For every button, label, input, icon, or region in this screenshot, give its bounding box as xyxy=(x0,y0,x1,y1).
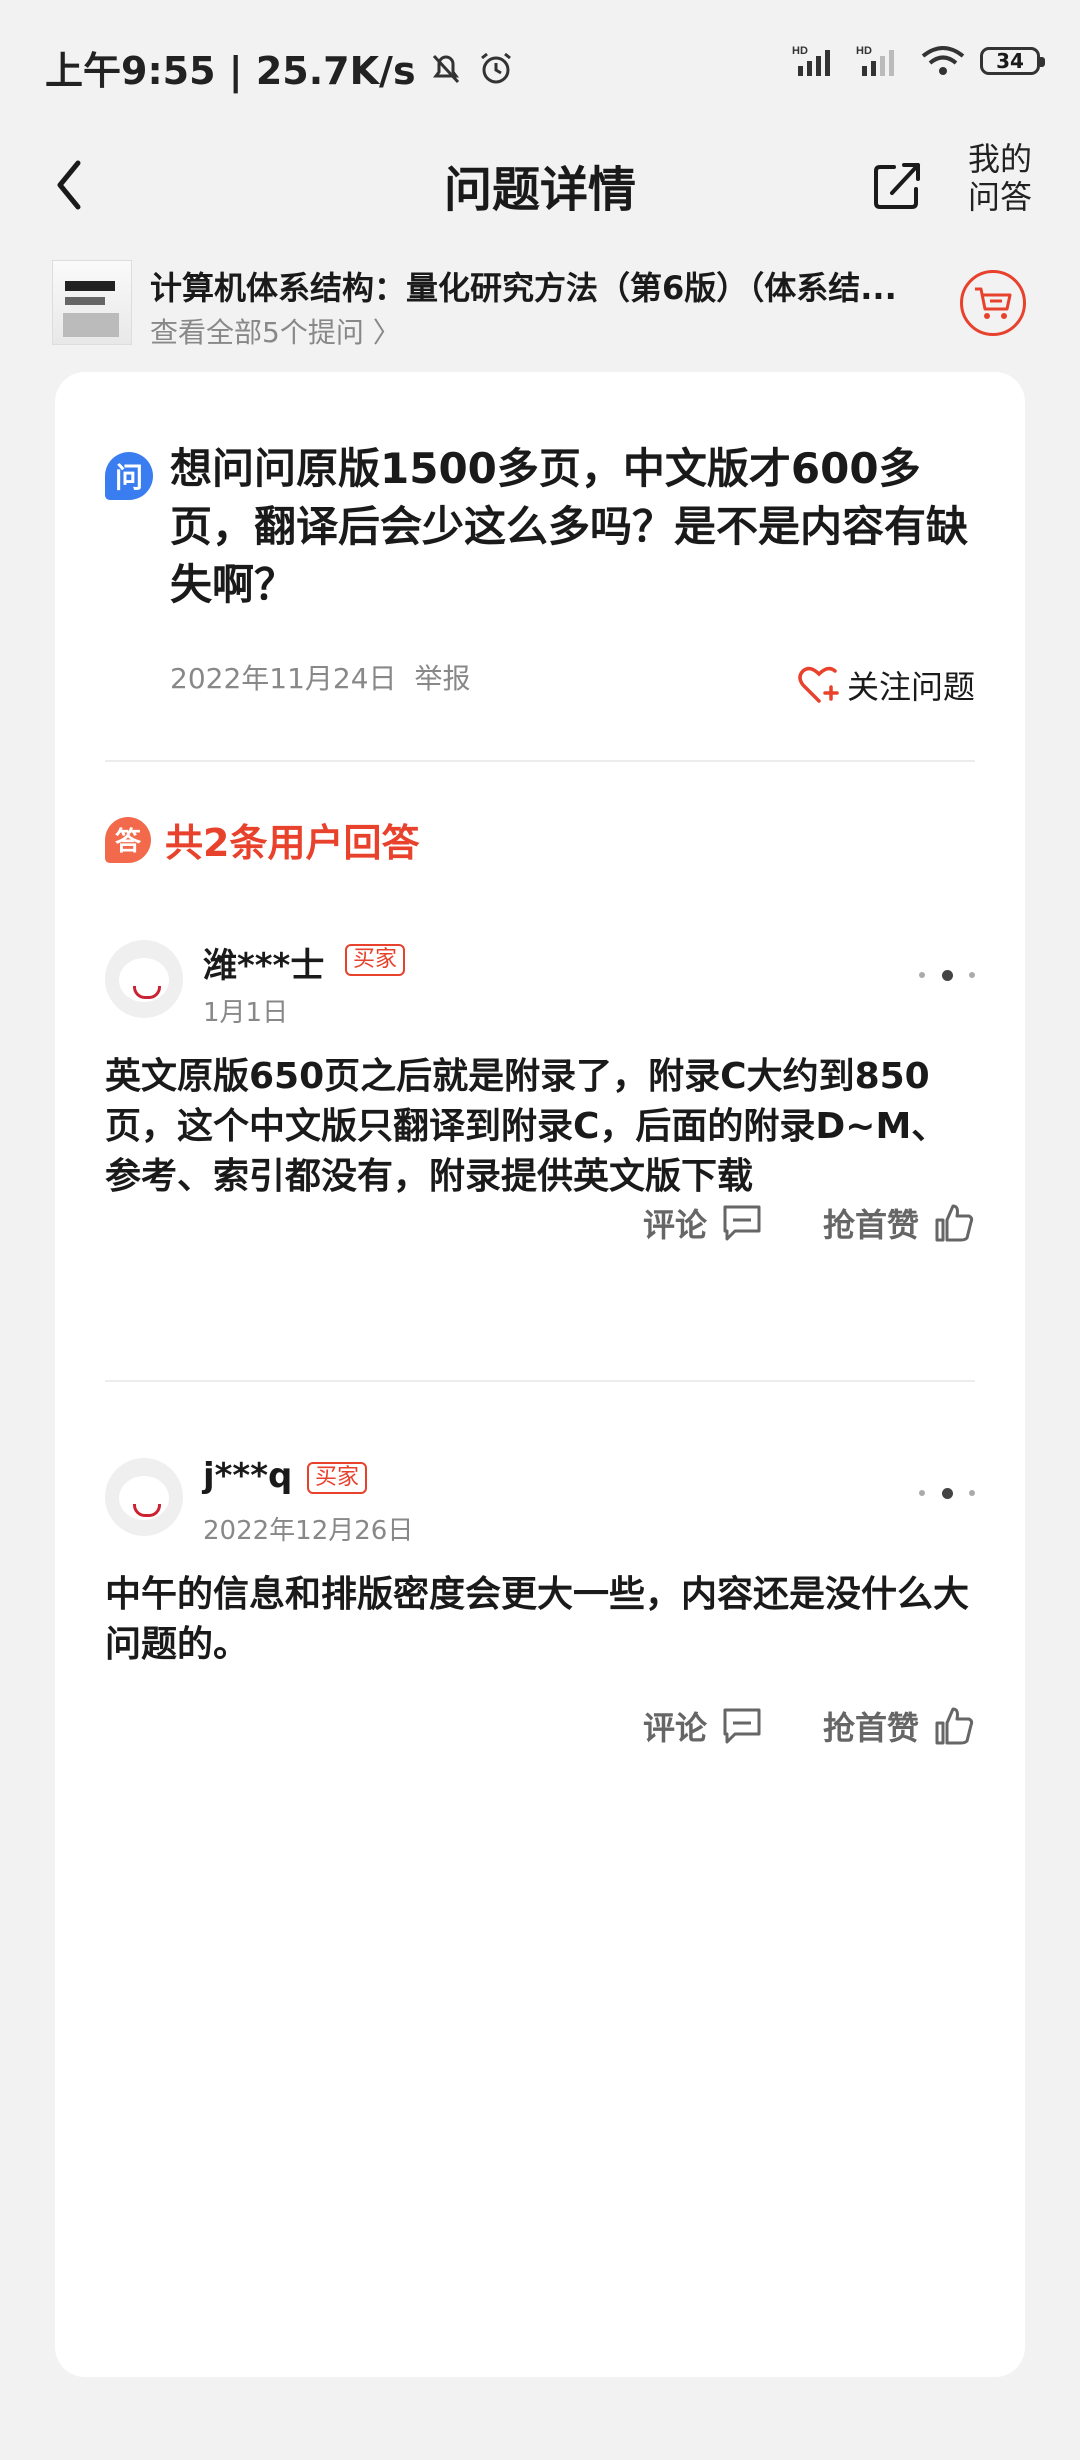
username: 潍***士 xyxy=(203,946,325,986)
status-left: 上午9:55 | 25.7K/s xyxy=(45,40,516,95)
product-strip[interactable]: 计算机体系结构：量化研究方法（第6版）（体系结... 查看全部5个提问 〉 xyxy=(0,245,1080,355)
wifi-icon xyxy=(921,46,965,75)
divider xyxy=(105,1380,975,1382)
my-qa-button[interactable]: 我的 问答 xyxy=(960,140,1040,216)
avatar[interactable] xyxy=(105,940,183,1018)
comment-button[interactable]: 评论 xyxy=(643,1200,763,1246)
cart-button[interactable] xyxy=(960,270,1026,336)
share-icon xyxy=(874,163,920,209)
answer-text: 中午的信息和排版密度会更大一些，内容还是没什么大问题的。 xyxy=(105,1574,970,1665)
like-label: 抢首赞 xyxy=(822,1206,919,1244)
answer-date: 2022年12月26日 xyxy=(203,1516,414,1546)
answer-date: 1月1日 xyxy=(203,998,289,1028)
question-icon: 问 xyxy=(105,452,153,500)
signal-icon-2: HD xyxy=(856,45,894,76)
avatar[interactable] xyxy=(105,1458,183,1536)
bell-off-icon xyxy=(432,54,459,83)
answer-icon: 答 xyxy=(105,816,151,863)
more-options-button[interactable] xyxy=(919,960,975,990)
view-all-questions-link[interactable]: 查看全部5个提问 〉 xyxy=(150,311,401,351)
share-button[interactable] xyxy=(870,140,930,230)
book-cover-image xyxy=(52,260,132,345)
like-button[interactable]: 抢首赞 xyxy=(823,1200,975,1246)
my-qa-line2: 问答 xyxy=(967,178,1032,216)
comment-icon xyxy=(723,1205,761,1241)
like-button[interactable]: 抢首赞 xyxy=(823,1703,975,1749)
product-title: 计算机体系结构：量化研究方法（第6版）（体系结... xyxy=(150,269,897,307)
follow-question-label: 关注问题 xyxy=(846,668,975,706)
thumb-up-icon xyxy=(935,1204,974,1242)
svg-text:HD: HD xyxy=(792,45,808,57)
divider xyxy=(105,760,975,762)
svg-text:HD: HD xyxy=(856,45,872,57)
question-text: 想问问原版1500多页，中文版才600多页，翻译后会少这么多吗？是不是内容有缺失… xyxy=(170,444,969,609)
question-date: 2022年11月24日 xyxy=(170,662,397,695)
battery-indicator: 34 xyxy=(980,47,1045,75)
comment-label: 评论 xyxy=(642,1206,707,1244)
qa-card: 问 想问问原版1500多页，中文版才600多页，翻译后会少这么多吗？是不是内容有… xyxy=(55,372,1025,2377)
my-qa-line1: 我的 xyxy=(967,140,1032,178)
cart-icon xyxy=(975,287,1012,319)
comment-button[interactable]: 评论 xyxy=(643,1703,763,1749)
answer-actions: 评论 抢首赞 xyxy=(643,1703,975,1749)
question-meta: 2022年11月24日 举报 xyxy=(170,657,471,697)
header: 问题详情 我的 问答 xyxy=(0,130,1080,240)
buyer-badge: 买家 xyxy=(345,944,406,976)
more-dots-icon xyxy=(919,1490,925,1496)
status-bar: 上午9:55 | 25.7K/s HD HD 34 xyxy=(0,0,1080,135)
comment-label: 评论 xyxy=(642,1709,707,1747)
answer-text: 英文原版650页之后就是附录了，附录C大约到850页，这个中文版只翻译到附录C，… xyxy=(105,1056,948,1197)
more-options-button[interactable] xyxy=(919,1478,975,1508)
status-time-speed: 上午9:55 | 25.7K/s xyxy=(45,49,416,93)
report-link[interactable]: 举报 xyxy=(415,657,471,697)
answer-count: 共2条用户回答 xyxy=(165,821,420,865)
thumb-up-icon xyxy=(935,1707,974,1745)
follow-question-button[interactable]: 关注问题 xyxy=(797,662,975,708)
answers-heading: 答 共2条用户回答 xyxy=(105,812,419,867)
answer-actions: 评论 抢首赞 xyxy=(643,1200,975,1246)
like-label: 抢首赞 xyxy=(822,1709,919,1747)
username: j***q xyxy=(203,1456,293,1496)
comment-icon xyxy=(723,1708,761,1744)
heart-plus-icon xyxy=(798,666,839,703)
alarm-icon xyxy=(480,52,511,83)
buyer-badge: 买家 xyxy=(307,1462,368,1494)
signal-icon: HD xyxy=(792,45,830,76)
more-dots-icon xyxy=(919,972,925,978)
status-right: HD HD 34 xyxy=(792,44,1045,78)
